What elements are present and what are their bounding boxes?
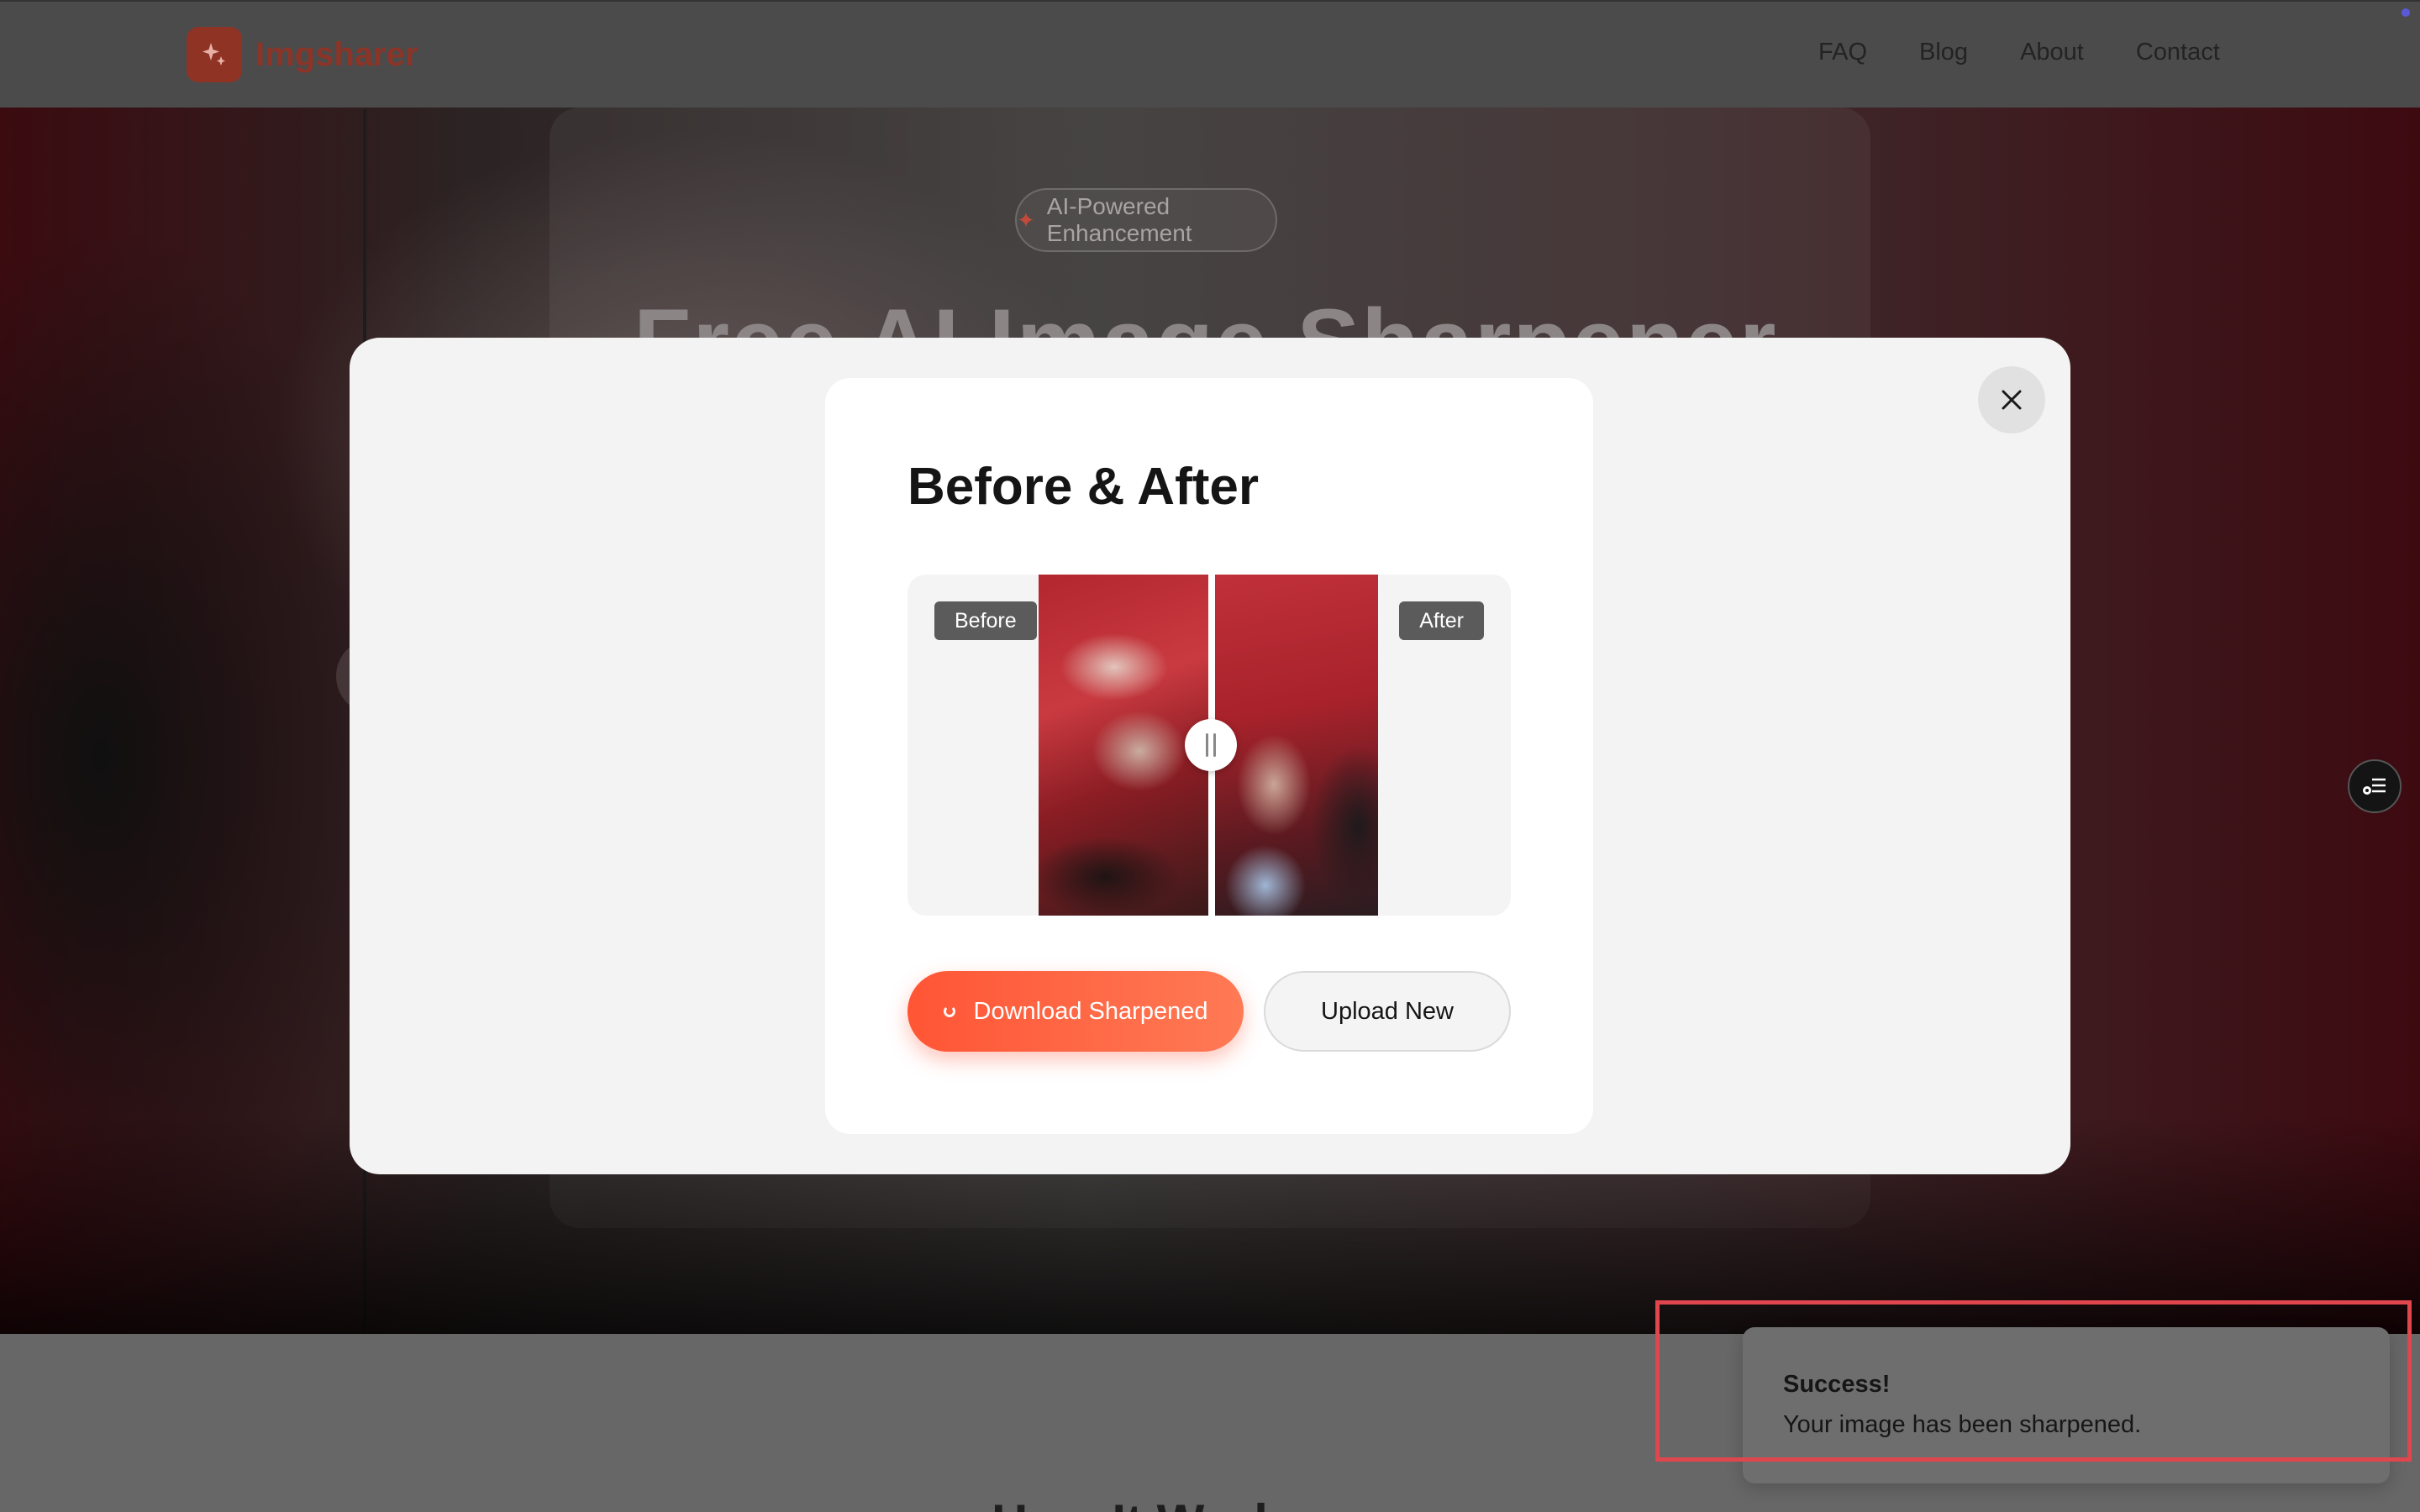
section-heading: How It Works [992,1494,1496,1512]
upload-new-button[interactable]: Upload New [1264,971,1511,1052]
logo[interactable]: Imgsharer [187,27,418,82]
list-settings-icon [2363,778,2386,795]
sparkle-icon: ✦ [1017,207,1035,233]
nav-link-contact[interactable]: Contact [2136,39,2220,66]
top-navbar: Imgsharer FAQ Blog About Contact [0,0,2420,108]
status-dot [2402,8,2410,17]
hero-badge: ✦ AI-Powered Enhancement [1015,188,1277,252]
slider-handle[interactable] [1185,719,1237,771]
after-label: After [1399,601,1484,640]
hero-badge-label: AI-Powered Enhancement [1046,193,1192,246]
after-image [1215,575,1378,916]
download-sharpened-button[interactable]: Download Sharpened [908,971,1244,1052]
result-modal: Before & After Before After Download Sha… [350,338,2070,1174]
side-widget-button[interactable] [2348,759,2402,813]
toast-highlight-box [1655,1300,2412,1462]
download-button-label: Download Sharpened [973,997,1208,1025]
modal-title: Before & After [908,458,1259,516]
nav-link-blog[interactable]: Blog [1919,39,1968,66]
spinner-icon [943,1005,955,1017]
nav-link-about[interactable]: About [2020,39,2084,66]
before-image [1039,575,1208,916]
sparkle-icon [187,27,242,82]
before-after-slider[interactable]: Before After [908,575,1511,916]
nav-link-faq[interactable]: FAQ [1818,39,1867,66]
brand-name: Imgsharer [255,35,418,73]
nav-links: FAQ Blog About Contact [1818,39,2220,66]
close-icon [2002,390,2022,410]
close-button[interactable] [1978,366,2045,433]
before-label: Before [934,601,1037,640]
comparison-card: Before & After Before After Download Sha… [825,378,1593,1134]
hero-title: Free AI Image Sharpener [634,296,1810,338]
